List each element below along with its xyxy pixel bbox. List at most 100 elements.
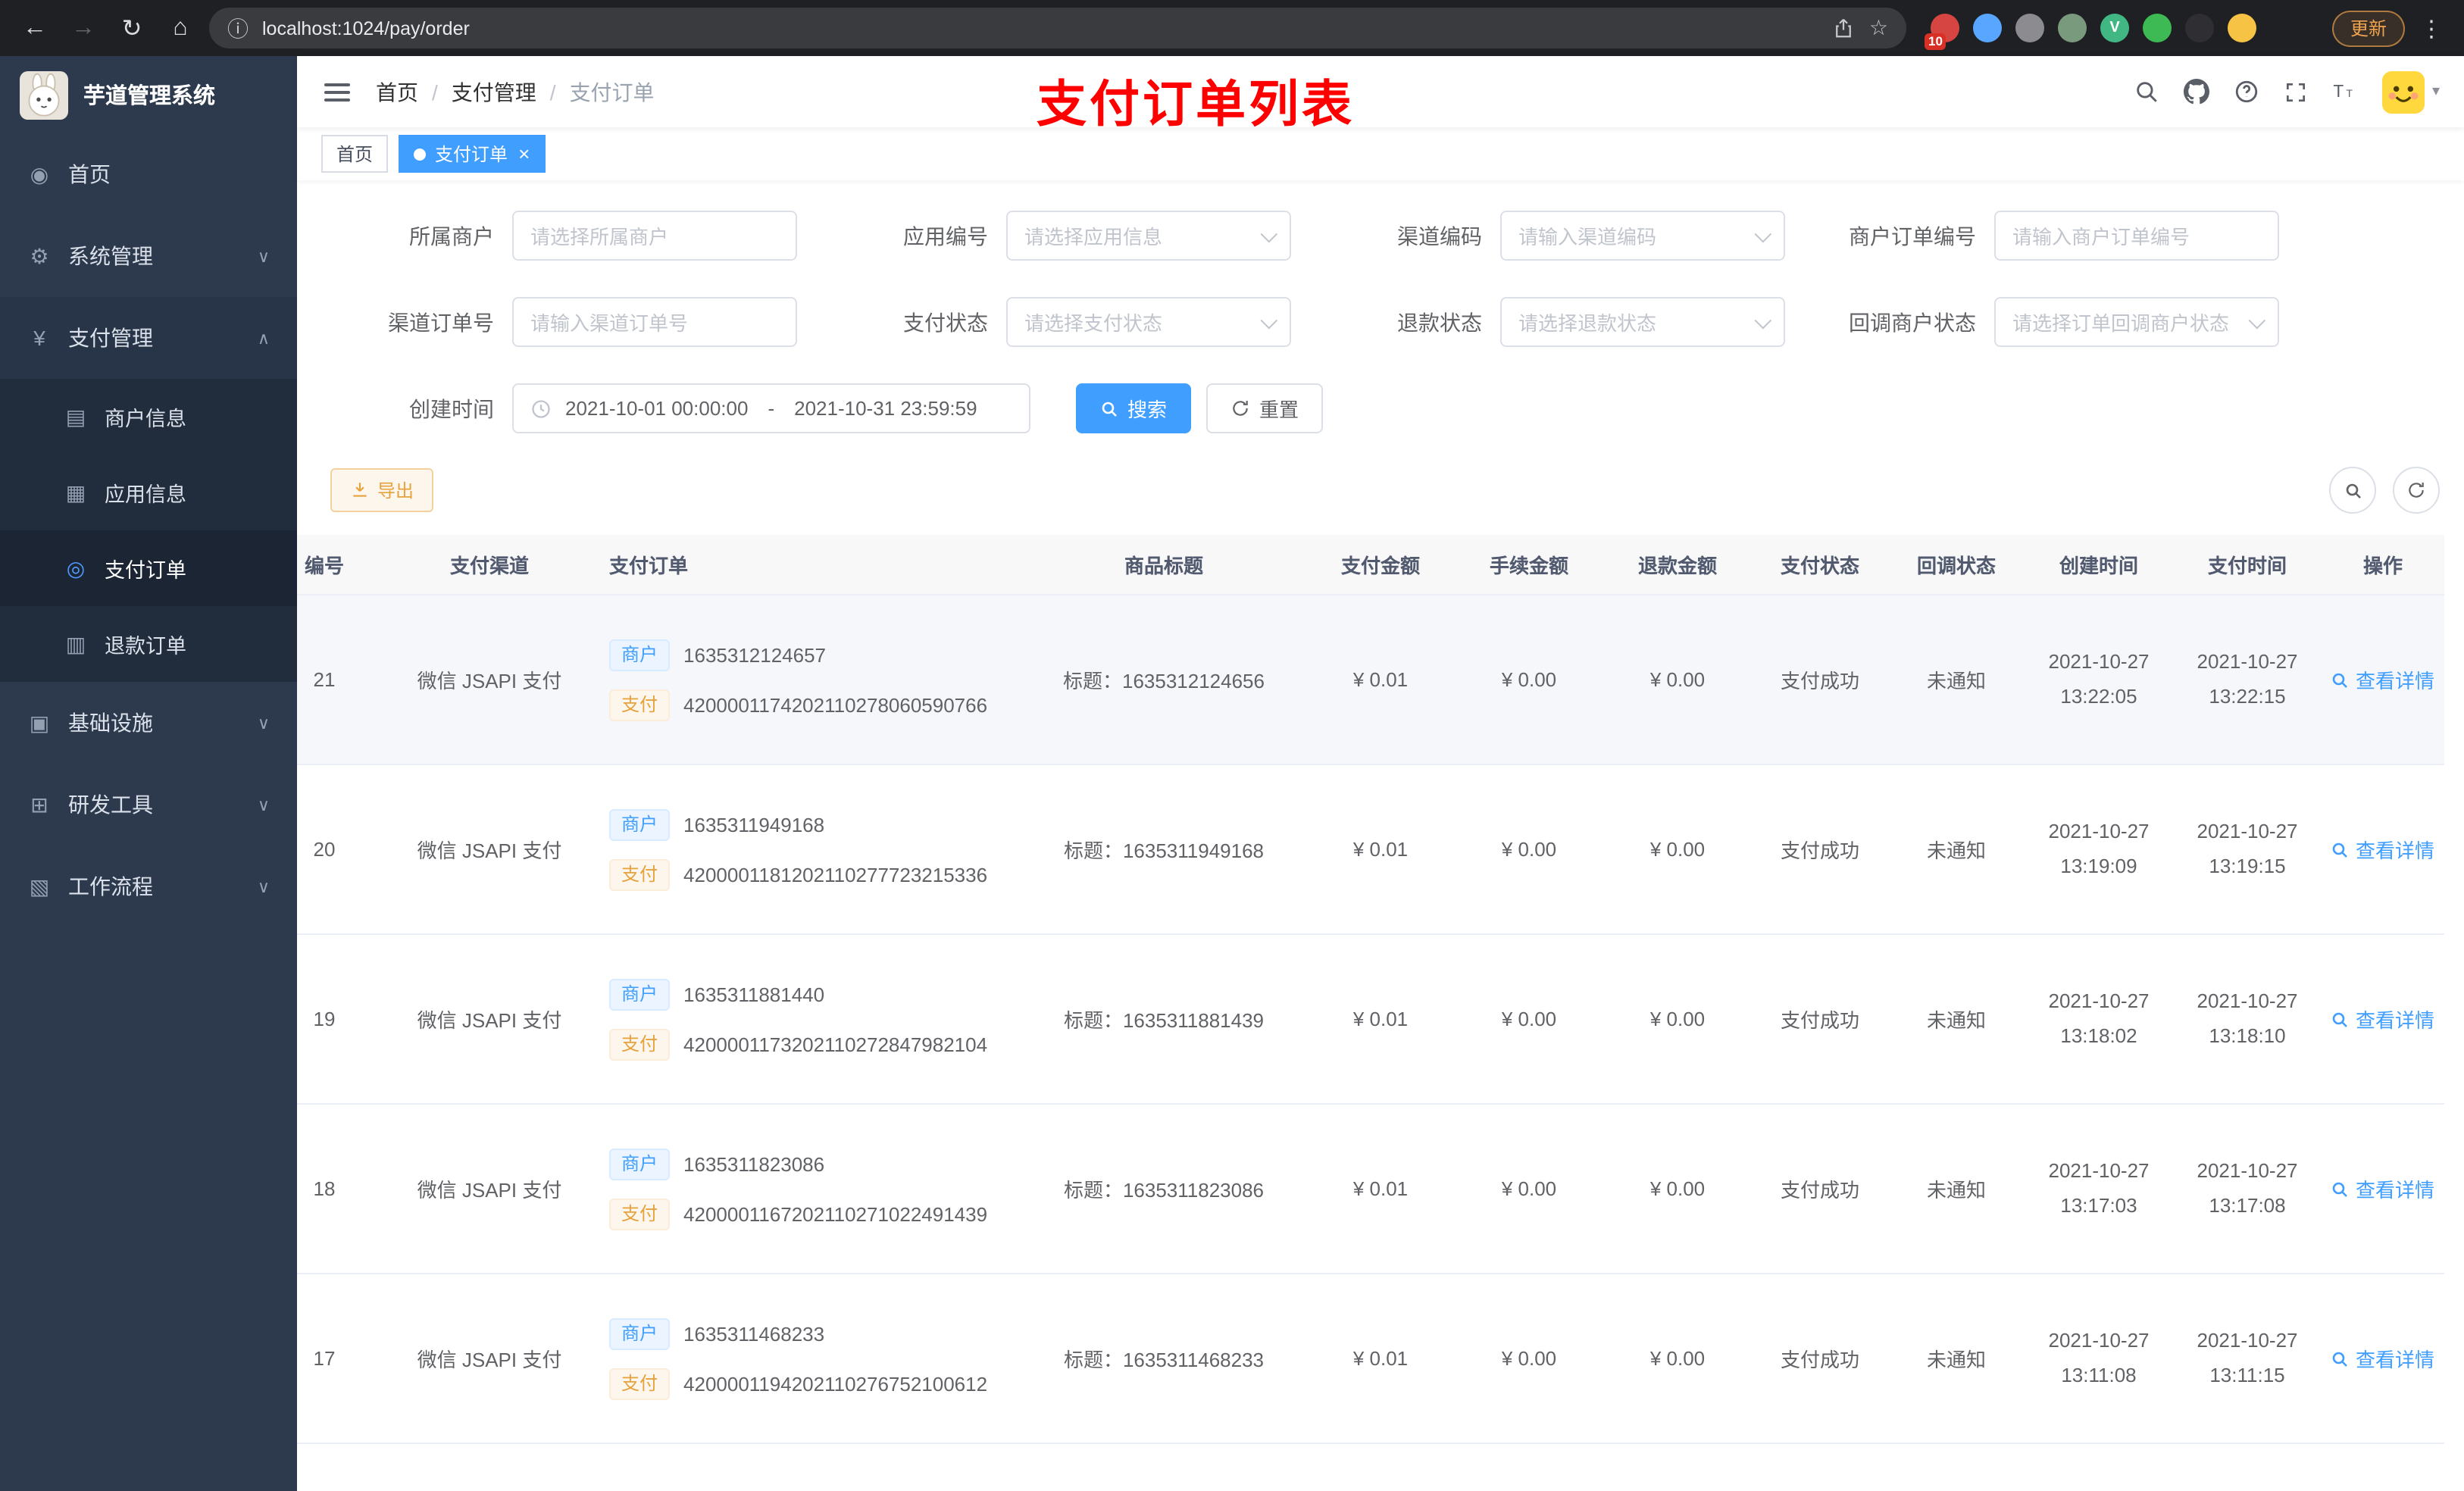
sidebar-toggle-icon[interactable] bbox=[321, 77, 353, 107]
sidebar-item-dev-tools[interactable]: ⊞ 研发工具 ∨ bbox=[0, 764, 297, 846]
app-no-filter-select[interactable]: 请选择应用信息 bbox=[1006, 211, 1291, 261]
clock-icon bbox=[530, 398, 552, 419]
sidebar-item-home[interactable]: ◉ 首页 bbox=[0, 133, 297, 215]
pay-tag: 支付 bbox=[609, 1368, 671, 1399]
puzzle-extension-icon[interactable] bbox=[2185, 14, 2214, 42]
magnifier-icon bbox=[2331, 1180, 2350, 1198]
tools-icon: ⊞ bbox=[30, 792, 48, 816]
cell-amount: ¥ 0.01 bbox=[1352, 1347, 1409, 1370]
globe-extension-icon[interactable] bbox=[2015, 14, 2044, 42]
sidebar-item-pay-order[interactable]: ◎ 支付订单 bbox=[0, 530, 297, 606]
sidebar-item-infrastructure[interactable]: ▣ 基础设施 ∨ bbox=[0, 682, 297, 764]
smiley-extension-icon[interactable] bbox=[2228, 14, 2256, 42]
channel-code-filter-select[interactable]: 请输入渠道编码 bbox=[1500, 211, 1785, 261]
merchant-order-line: 商户 1635311468233 bbox=[609, 1318, 1014, 1349]
column-header-channel: 支付渠道 bbox=[449, 555, 529, 577]
header-actions: TT bbox=[2134, 79, 2358, 105]
cell-amount: ¥ 0.01 bbox=[1352, 838, 1409, 861]
sidebar-item-workflow[interactable]: ▧ 工作流程 ∨ bbox=[0, 846, 297, 927]
github-icon[interactable] bbox=[2183, 79, 2209, 105]
browser-back-icon[interactable]: ← bbox=[15, 14, 55, 42]
sidebar-item-system-mgmt[interactable]: ⚙ 系统管理 ∨ bbox=[0, 215, 297, 297]
palette-extension-icon[interactable]: 10 bbox=[1925, 14, 1959, 50]
cell-amount: ¥ 0.01 bbox=[1352, 1177, 1409, 1200]
pay-order-line: 支付 4200001194202110276752100612 bbox=[609, 1368, 1014, 1399]
filter-group-merchant: 所属商户 请选择所属商户 bbox=[330, 211, 797, 261]
view-detail-link[interactable]: 查看详情 bbox=[2331, 835, 2434, 864]
cell-pay-time: 2021-10-27 13:22:15 bbox=[2197, 649, 2298, 708]
view-detail-link[interactable]: 查看详情 bbox=[2331, 1174, 2434, 1203]
sidebar-item-app-info[interactable]: ▦ 应用信息 bbox=[0, 455, 297, 530]
bookmark-star-icon[interactable]: ☆ bbox=[1869, 15, 1888, 41]
app-logo: 芋道管理系统 bbox=[0, 56, 297, 133]
merchant-order-line: 商户 1635312124657 bbox=[609, 639, 1014, 670]
fullscreen-icon[interactable] bbox=[2284, 80, 2308, 104]
cell-fee: ¥ 0.00 bbox=[1501, 838, 1557, 861]
chevron-down-icon bbox=[2248, 311, 2266, 329]
reset-button[interactable]: 重置 bbox=[1206, 383, 1324, 433]
search-button[interactable]: 搜索 bbox=[1076, 383, 1192, 433]
sidebar-item-label: 首页 bbox=[68, 162, 111, 186]
url-text: localhost:1024/pay/order bbox=[262, 17, 470, 39]
sidebar-item-merchant-info[interactable]: ▤ 商户信息 bbox=[0, 379, 297, 455]
site-info-icon[interactable]: ⓘ bbox=[227, 13, 249, 43]
yen-icon: ¥ bbox=[33, 326, 45, 350]
cell-channel: 微信 JSAPI 支付 bbox=[417, 670, 562, 692]
tab-pay-order[interactable]: 支付订单 × bbox=[399, 135, 546, 173]
placeholder-text: 请输入渠道编码 bbox=[1518, 226, 1657, 248]
tab-close-icon[interactable]: × bbox=[518, 144, 530, 164]
workflow-icon: ▧ bbox=[29, 874, 50, 898]
cell-order-no: 商户 1635311468233 支付 42000011942021102767521… bbox=[582, 1318, 1021, 1399]
refresh-table-button[interactable] bbox=[2393, 467, 2440, 514]
column-header-id: 编号 bbox=[304, 555, 344, 577]
vue-devtools-extension-icon[interactable]: V bbox=[2100, 14, 2129, 42]
create-time-range-input[interactable]: 2021-10-01 00:00:00 - 2021-10-31 23:59:5… bbox=[512, 383, 1030, 433]
chat-extension-icon[interactable] bbox=[2143, 14, 2172, 42]
toggle-search-button[interactable] bbox=[2329, 467, 2376, 514]
table-row: 17 微信 JSAPI 支付 商户 1635311468233 支付 4200001194… bbox=[297, 1274, 2444, 1444]
filter-group-pay-status: 支付状态 请选择支付状态 bbox=[824, 297, 1291, 347]
help-icon[interactable] bbox=[2234, 79, 2259, 105]
merchant-order-no-filter-input[interactable]: 请输入商户订单编号 bbox=[1994, 211, 2279, 261]
column-header-status: 支付状态 bbox=[1780, 555, 1859, 577]
browser-update-button[interactable]: 更新 bbox=[2331, 10, 2405, 46]
pay-order-number: 4200001174202110278060590766 bbox=[683, 693, 988, 716]
tab-label: 支付订单 bbox=[435, 144, 508, 165]
column-header-fee: 手续金额 bbox=[1489, 555, 1568, 577]
merchant-filter-input[interactable]: 请选择所属商户 bbox=[512, 211, 797, 261]
browser-refresh-icon[interactable]: ↻ bbox=[112, 13, 152, 43]
breadcrumb-item[interactable]: 首页 bbox=[376, 77, 418, 107]
pay-status-filter-select[interactable]: 请选择支付状态 bbox=[1006, 297, 1291, 347]
browser-forward-icon[interactable]: → bbox=[64, 14, 103, 42]
browser-home-icon[interactable]: ⌂ bbox=[161, 14, 200, 42]
drop-extension-icon[interactable] bbox=[1973, 14, 2002, 42]
filter-group-merchant-order-no: 商户订单编号 请输入商户订单编号 bbox=[1812, 211, 2279, 261]
export-button[interactable]: 导出 bbox=[330, 468, 434, 512]
tab-home[interactable]: 首页 bbox=[321, 135, 389, 173]
notify-status-filter-label: 回调商户状态 bbox=[1849, 310, 1976, 334]
view-detail-link[interactable]: 查看详情 bbox=[2331, 1005, 2434, 1033]
breadcrumb-item[interactable]: 支付管理 bbox=[452, 77, 536, 107]
order-icon: ◎ bbox=[66, 555, 86, 580]
browser-menu-icon[interactable]: ⋮ bbox=[2414, 14, 2449, 42]
share-icon[interactable] bbox=[1833, 17, 1856, 39]
cell-action: 查看详情 bbox=[2322, 1005, 2444, 1033]
search-icon[interactable] bbox=[2134, 79, 2159, 105]
user-avatar[interactable]: ▾ bbox=[2381, 70, 2440, 113]
view-detail-link[interactable]: 查看详情 bbox=[2331, 665, 2434, 694]
font-size-icon[interactable]: TT bbox=[2332, 79, 2358, 105]
address-bar[interactable]: ⓘ localhost:1024/pay/order ☆ bbox=[209, 8, 1906, 48]
sidebar-item-refund-order[interactable]: ▥ 退款订单 bbox=[0, 606, 297, 682]
circle-extension-icon[interactable] bbox=[2058, 14, 2087, 42]
sidebar-item-payment-mgmt[interactable]: ¥ 支付管理 ∧ bbox=[0, 297, 297, 379]
table-row: 19 微信 JSAPI 支付 商户 1635311881440 支付 4200001173… bbox=[297, 935, 2444, 1105]
notify-status-filter-select[interactable]: 请选择订单回调商户状态 bbox=[1994, 297, 2279, 347]
pay-tag: 支付 bbox=[609, 689, 671, 720]
cell-status: 支付成功 bbox=[1780, 670, 1859, 692]
view-detail-label: 查看详情 bbox=[2355, 839, 2434, 862]
channel-order-no-filter-input[interactable]: 请输入渠道订单号 bbox=[512, 297, 797, 347]
refund-status-filter-select[interactable]: 请选择退款状态 bbox=[1500, 297, 1785, 347]
view-detail-link[interactable]: 查看详情 bbox=[2331, 1344, 2434, 1373]
chevron-down-icon bbox=[1754, 311, 1772, 329]
merchant-tag: 商户 bbox=[609, 978, 671, 1010]
